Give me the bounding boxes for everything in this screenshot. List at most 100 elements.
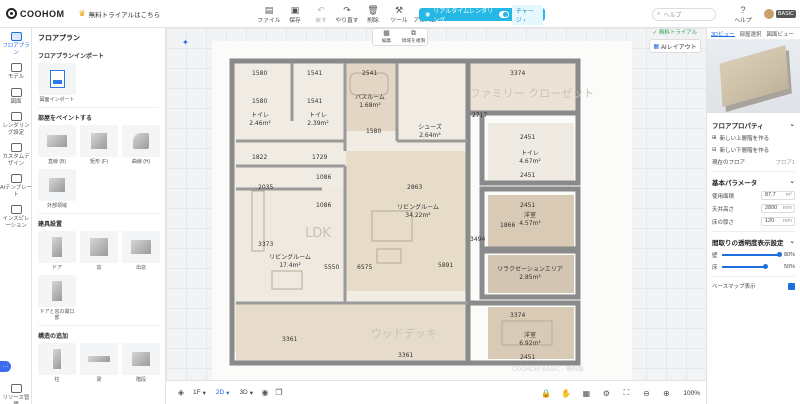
hand-icon[interactable]: ✋ [559,386,573,400]
window-tile[interactable]: 窓 [80,231,118,271]
current-floor-value[interactable]: フロア1 [775,158,795,166]
save-label: 保存 [289,17,301,24]
new-upper-floor-button[interactable]: ⊞ 新しい上層階を作る [712,134,795,142]
save-button[interactable]: ▣ 保存 [282,0,308,28]
help-button[interactable]: ? ヘルプ [730,0,756,28]
view-3d-button[interactable]: 3D ▾ [234,389,258,397]
floor-thickness-unit: mm [782,218,792,224]
copy-area-icon: ⧉ [411,30,416,37]
ai-layout-button[interactable]: ▦ AIレイアウト [649,39,701,53]
undo-label: 戻す [315,17,327,24]
rail-item-render-settings[interactable]: レンダリング設定 [0,108,32,139]
beam-tile[interactable]: 梁 [80,343,118,383]
chevron-down-icon: ▾ [202,389,206,397]
basemap-checkbox[interactable] [788,282,795,290]
dimension-label: 3374 [510,312,525,319]
bay-window-tile[interactable]: 出窓 [122,231,160,271]
room-area: 4.67m² [519,158,541,165]
door-tile[interactable]: ドア [38,231,76,271]
room-rect-tile[interactable]: 矩形 (F) [80,125,118,165]
charge-button[interactable]: チャージ › [511,4,543,25]
floor-select[interactable]: 1F ▾ [188,389,211,397]
area-value: 87.7 [765,192,776,198]
tool-button[interactable]: ⚒ ツール [386,0,412,28]
area-unit: m² [785,192,792,198]
lock-icon[interactable]: 🔒 [539,386,553,400]
redo-button[interactable]: ↷ やり直す [334,0,360,28]
edit-button[interactable]: ▦ 編集 [373,29,400,45]
chevron-down-icon[interactable]: ⌄ [790,120,795,130]
opening-tile[interactable]: ドアと窓の開口部 [38,275,76,321]
settings-icon[interactable]: ⚙ [599,386,613,400]
rail-label: インスピレーション [2,216,30,229]
rail-label: 図面 [10,98,22,105]
file-button[interactable]: ▤ ファイル [256,0,282,28]
zoom-level[interactable]: 100% [683,390,700,397]
floor-thickness-field[interactable]: 120 mm [761,217,795,226]
rail-item-floorplan[interactable]: フロアプラン [0,28,32,59]
wall-opacity-slider[interactable] [721,252,783,257]
chevron-down-icon[interactable]: ⌄ [790,237,795,247]
room-name: シューズ [418,123,442,131]
edit-label: 編集 [381,39,392,44]
3d-preview[interactable] [707,40,800,113]
rail-item-inspiration[interactable]: インスピレーション [0,201,32,232]
tab-room-select[interactable]: 部屋選択 [740,30,762,38]
resources-icon [10,384,22,393]
copy-area-button[interactable]: ⧉ 領域を複製 [400,29,427,45]
rail-item-custom-design[interactable]: カスタムデザイン [0,139,32,170]
chat-button[interactable]: … [0,361,11,372]
room-name: 洋室 [524,331,536,339]
floor-opacity-slider[interactable] [721,264,769,269]
curve-wall-icon [133,133,149,149]
free-trial-link[interactable]: ♛ 無料トライアルはこちら [79,9,161,19]
new-lower-floor-button[interactable]: ⊟ 新しい下層階を作る [712,146,795,154]
area-field[interactable]: 87.7 m² [761,191,795,200]
rail-item-model[interactable]: モデル [0,59,32,84]
rail-label: レンダリング設定 [2,123,30,136]
import-plan-tile[interactable]: 図面インポート [38,63,76,103]
floor-thickness-label: 床の厚さ [712,219,735,226]
rail-item-ai-template[interactable]: AIテンプレート [0,170,32,201]
layers-icon[interactable]: ◈ [174,386,188,400]
stairs-tile[interactable]: 階段 [122,343,160,383]
dimension-label: 3374 [510,70,525,77]
realtime-rendering-toggle[interactable]: ◉ リアルタイムレンダリング チャージ › [419,4,545,25]
current-floor-row: 現在のフロア フロア1 [712,158,795,166]
rail-item-resources[interactable]: リソース管理 [0,380,32,404]
chevron-down-icon[interactable]: ⌄ [790,177,795,187]
tile-label: 梁 [96,377,102,383]
floorplan-drawing[interactable]: 1580 1541 2541 3374 1580 1541 1580 2451 … [212,41,632,380]
room-curve-tile[interactable]: 曲線 (H) [122,125,160,165]
help-search-input[interactable]: ⌕ ヘルプ [652,8,716,21]
divider [712,276,795,277]
tab-plan-view[interactable]: 図面ビュー [767,30,795,38]
copy-view-icon[interactable]: ❐ [272,386,286,400]
tab-3d-view[interactable]: 3Dビュー [711,30,735,38]
ceiling-unit: mm [782,205,792,211]
watermark: COOHOM BASIC - 無料版 [512,365,584,373]
camera-icon [10,112,22,121]
dimension-label: 2451 [520,354,535,361]
ceiling-field[interactable]: 2800 mm [761,204,795,213]
undo-button[interactable]: ↶ 戻す [308,0,334,28]
zoom-out-icon[interactable]: ⊖ [639,386,653,400]
delete-button[interactable]: 🗑 削除 [360,0,386,28]
help-icon: ? [740,4,746,15]
rail-item-drawing[interactable]: 図面 [0,84,32,109]
eye-icon[interactable]: ◉ [258,386,272,400]
zoom-in-icon[interactable]: ⊕ [659,386,673,400]
render-switch[interactable] [498,11,509,18]
app-logo[interactable]: COOHOM [6,8,65,19]
section-rooms-title: 部屋をペイントする [38,116,93,122]
design-canvas[interactable]: ✦ ▦ 編集 ⧉ 領域を複製 ✓ 無料トライアル ▦ AIレイアウト 1580 … [166,28,706,380]
grid-icon[interactable]: ▦ [579,386,593,400]
column-tile[interactable]: 柱 [38,343,76,383]
room-outer-tile[interactable]: 外部領域 [38,169,76,209]
view-2d-button[interactable]: 2D ▾ [211,389,235,397]
closet-label: ファミリー クローゼット [470,87,595,100]
room-straight-tile[interactable]: 直線 (B) [38,125,76,165]
dimension-label: 2451 [520,172,535,179]
fit-icon[interactable]: ⛶ [619,386,633,400]
avatar[interactable] [764,9,774,19]
